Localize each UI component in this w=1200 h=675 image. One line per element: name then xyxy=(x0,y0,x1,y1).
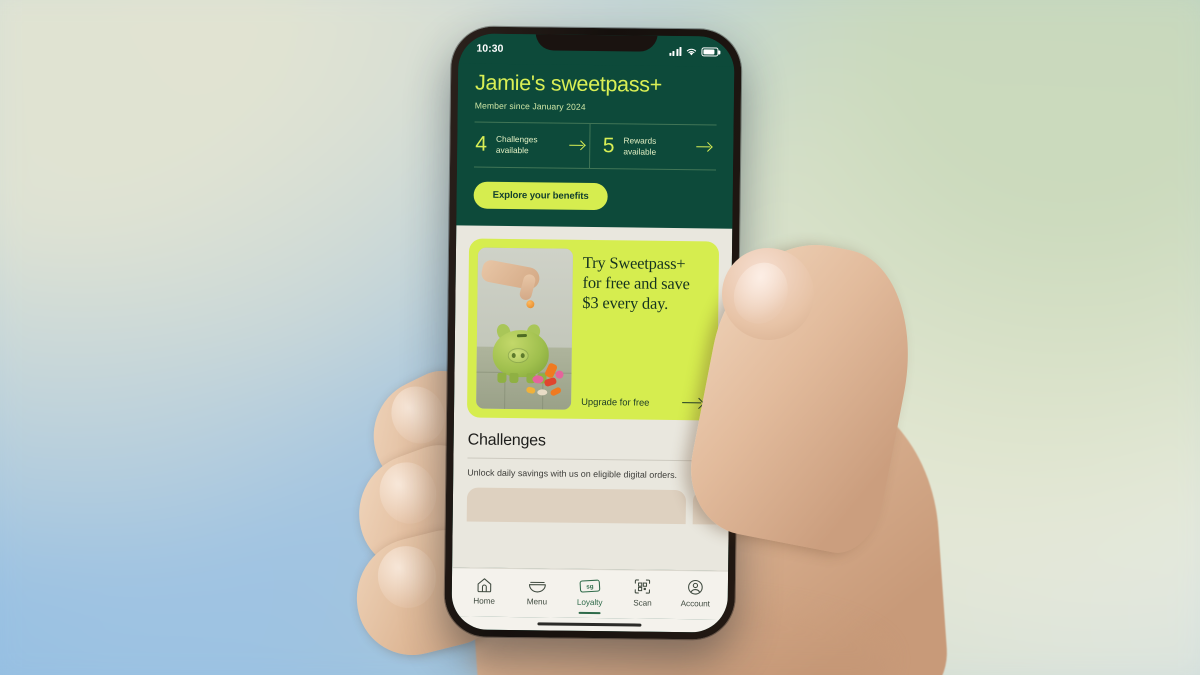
thumb-group xyxy=(0,0,1200,675)
